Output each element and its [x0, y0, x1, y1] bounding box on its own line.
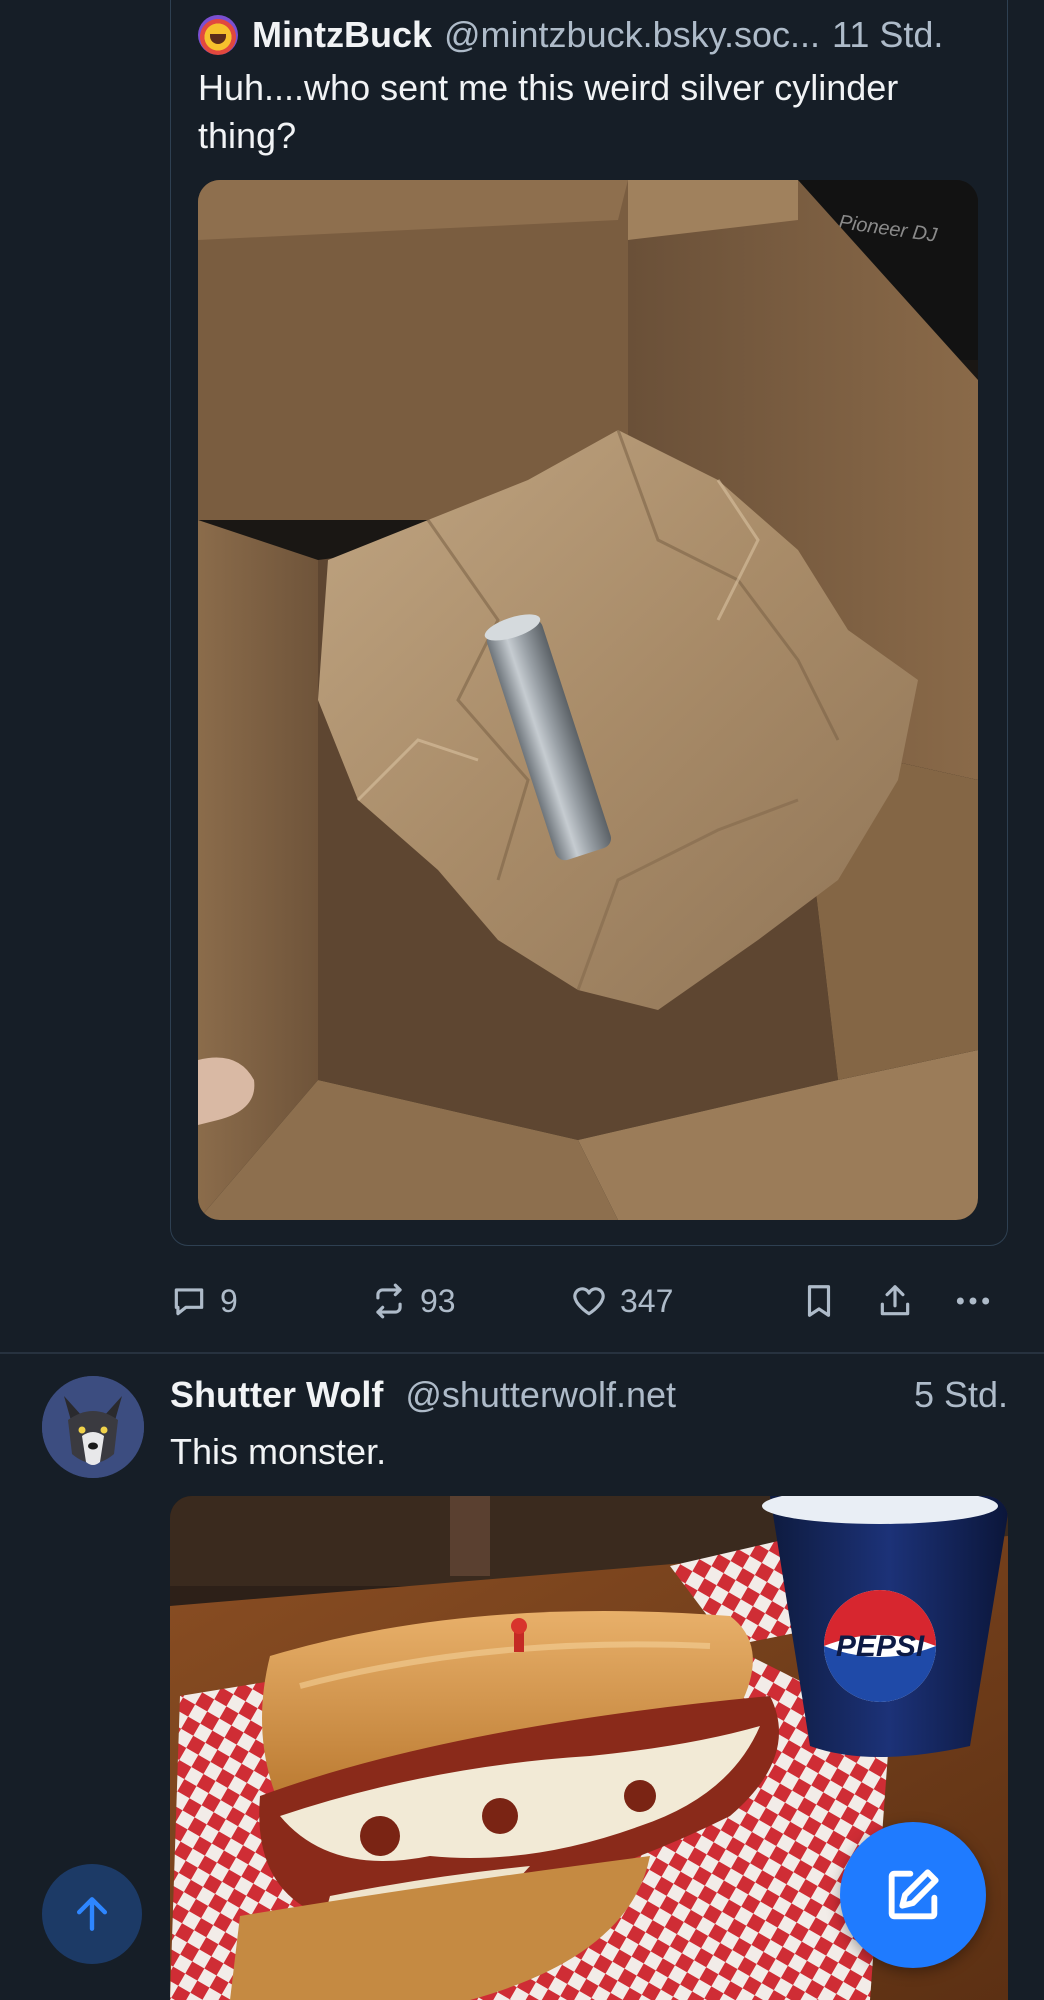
feed-divider [0, 1352, 1044, 1354]
compose-button[interactable] [840, 1822, 986, 1968]
author-handle[interactable]: @shutterwolf.net [405, 1374, 676, 1415]
post-image[interactable]: Pioneer DJ [198, 180, 978, 1220]
post-time[interactable]: 5 Std. [914, 1374, 1008, 1416]
repost-button[interactable]: 93 [370, 1276, 456, 1326]
reply-button[interactable]: 9 [170, 1276, 238, 1326]
repost-count: 93 [420, 1282, 456, 1319]
arrow-up-icon [76, 1897, 108, 1931]
post-text: This monster. [170, 1431, 387, 1472]
more-icon [956, 1297, 990, 1305]
share-button[interactable] [876, 1276, 926, 1326]
scroll-to-top-button[interactable] [42, 1864, 142, 1964]
post-time[interactable]: 11 Std. [832, 14, 943, 56]
quote-post-header: MintzBuck @mintzbuck.bsky.soc... 11 Std. [198, 12, 1008, 58]
like-button[interactable]: 347 [570, 1276, 673, 1326]
author-handle[interactable]: @mintzbuck.bsky.soc... [444, 14, 820, 56]
share-icon [880, 1285, 910, 1316]
post-text: Huh....who sent me this weird silver cyl… [198, 67, 899, 156]
like-icon [573, 1287, 605, 1316]
more-options-button[interactable] [954, 1276, 1004, 1326]
svg-text:PEPSI: PEPSI [836, 1630, 925, 1663]
bookmark-icon [807, 1285, 831, 1317]
shutterwolf-avatar[interactable] [42, 1376, 144, 1478]
reply-count: 9 [220, 1282, 238, 1319]
post2-header: Shutter Wolf @shutterwolf.net 5 Std. [170, 1374, 1008, 1422]
wolf-avatar-icon [42, 1376, 144, 1478]
reply-icon [174, 1288, 204, 1316]
author-name[interactable]: MintzBuck [252, 14, 432, 56]
mintzbuck-avatar[interactable] [198, 15, 238, 55]
bookmark-button[interactable] [800, 1276, 850, 1326]
repost-icon [376, 1283, 402, 1319]
cardboard-box-photo: Pioneer DJ [198, 180, 978, 1220]
compose-icon [888, 1869, 939, 1920]
like-count: 347 [620, 1282, 674, 1319]
post-actions: 9 93 347 [170, 1276, 1008, 1326]
author-name[interactable]: Shutter Wolf [170, 1374, 383, 1415]
